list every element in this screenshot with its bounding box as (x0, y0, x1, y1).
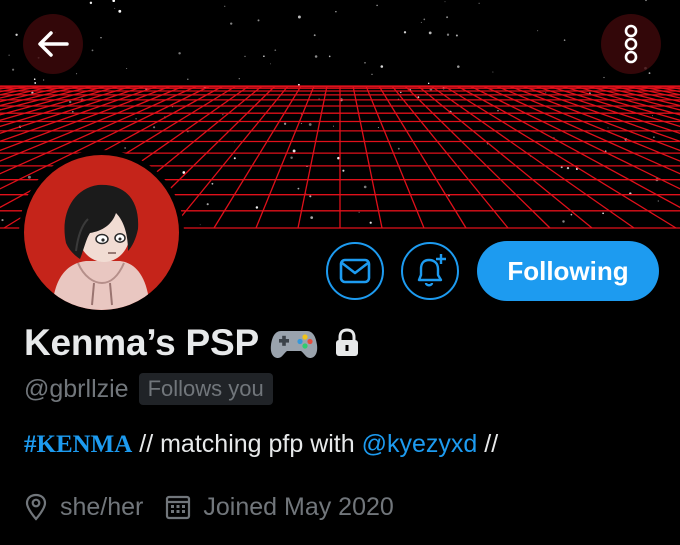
follows-you-badge: Follows you (138, 373, 273, 405)
message-button[interactable] (326, 242, 384, 300)
more-vertical-icon (624, 24, 638, 64)
notifications-button[interactable] (401, 242, 459, 300)
bell-plus-icon (417, 254, 446, 287)
back-button[interactable] (23, 14, 83, 74)
bio-text-end: // (477, 430, 499, 458)
location-text: she/her (60, 492, 144, 521)
avatar[interactable] (19, 150, 184, 315)
name-row: Kenma’s PSP (24, 318, 361, 368)
calendar-icon (166, 495, 191, 520)
following-button[interactable]: Following (477, 241, 659, 301)
lock-icon (335, 328, 358, 356)
arrow-left-icon (38, 31, 69, 57)
username-handle: @gbrllzie (24, 374, 129, 403)
joined-item: Joined May 2020 (165, 492, 394, 522)
bio-hashtag-link[interactable]: #KENMA (24, 431, 132, 458)
location-pin-icon (25, 493, 47, 521)
envelope-icon (339, 258, 371, 284)
game-controller-icon (270, 331, 318, 358)
profile-meta: she/her Joined May 2020 (24, 490, 394, 524)
bio-mention-link[interactable]: @kyezyxd (362, 430, 478, 458)
display-name: Kenma’s PSP (24, 322, 259, 363)
handle-row: @gbrllzie Follows you (24, 372, 273, 406)
location-item: she/her (24, 493, 143, 522)
profile-bio: #KENMA // matching pfp with @kyezyxd // (24, 430, 498, 459)
joined-date: Joined May 2020 (203, 492, 394, 521)
bio-text: // matching pfp with (132, 430, 362, 458)
more-options-button[interactable] (601, 14, 661, 74)
avatar-image (24, 155, 179, 310)
